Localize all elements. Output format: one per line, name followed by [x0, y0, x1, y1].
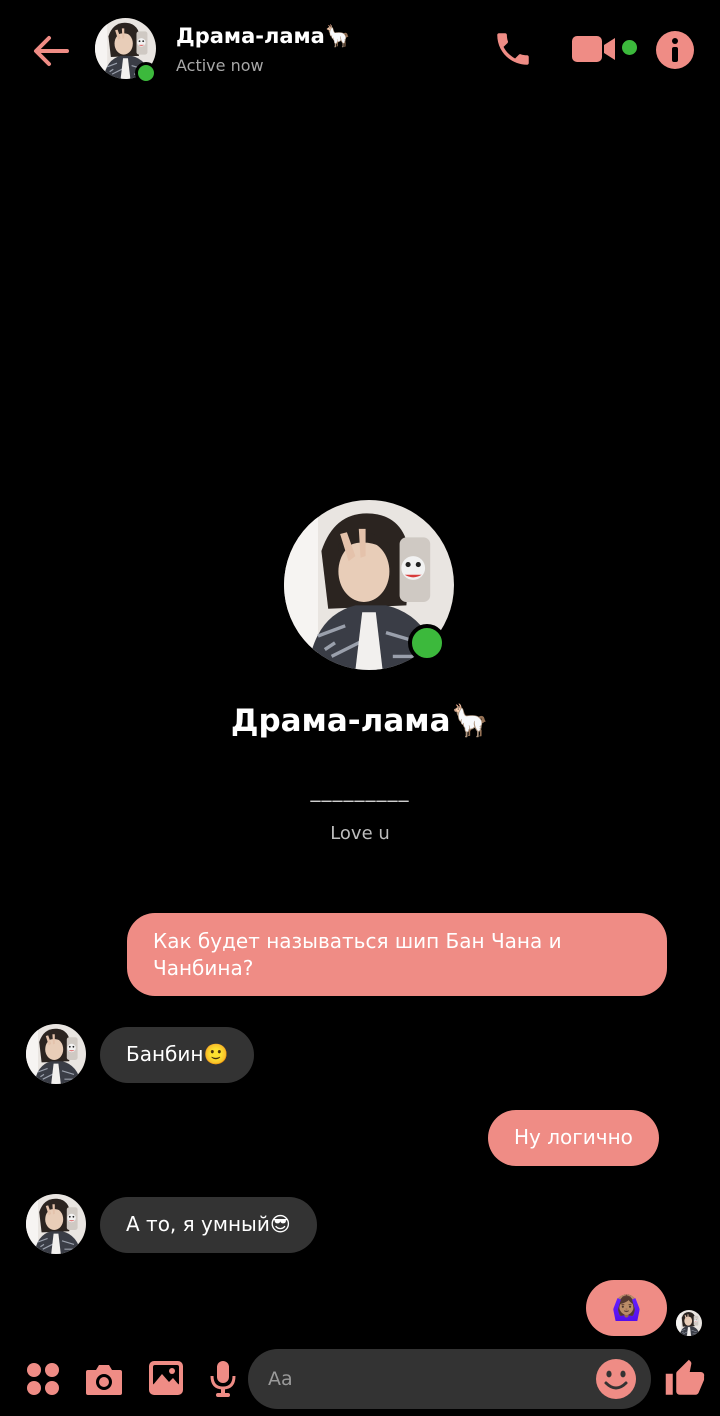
camera-icon[interactable]	[84, 1360, 124, 1398]
back-arrow-icon[interactable]	[28, 28, 74, 74]
contact-status: Active now	[176, 56, 264, 75]
profile-bio: Love u	[330, 823, 390, 844]
gallery-icon[interactable]	[148, 1360, 184, 1396]
incoming-message[interactable]: А то, я умный😎	[100, 1197, 317, 1253]
menu-icon[interactable]	[26, 1362, 60, 1396]
video-camera-icon[interactable]	[570, 33, 618, 65]
seen-receipt-avatar	[676, 1310, 702, 1336]
profile-divider: _________	[310, 778, 410, 802]
profile-online-indicator	[408, 624, 446, 662]
message-composer	[248, 1349, 651, 1409]
thumbs-up-icon[interactable]	[664, 1358, 706, 1400]
outgoing-message[interactable]: Ну логично	[488, 1110, 659, 1166]
info-icon[interactable]	[655, 30, 695, 70]
outgoing-message[interactable]: Как будет называться шип Бан Чана и Чанб…	[127, 913, 667, 996]
video-active-indicator	[622, 40, 637, 55]
online-indicator	[135, 62, 157, 84]
profile-name: Драма-лама🦙	[230, 703, 490, 739]
phone-icon[interactable]	[492, 28, 534, 70]
outgoing-emoji-message[interactable]: 🙆🏽‍♀️	[586, 1280, 667, 1336]
emoji-icon[interactable]	[595, 1358, 637, 1400]
sender-avatar[interactable]	[26, 1194, 86, 1254]
chat-header: Драма-лама🦙 Active now	[0, 0, 720, 100]
microphone-icon[interactable]	[209, 1360, 237, 1398]
sender-avatar[interactable]	[26, 1024, 86, 1084]
incoming-message[interactable]: Банбин🙂	[100, 1027, 255, 1083]
contact-name[interactable]: Драма-лама🦙	[176, 24, 351, 49]
message-input[interactable]	[268, 1349, 588, 1409]
